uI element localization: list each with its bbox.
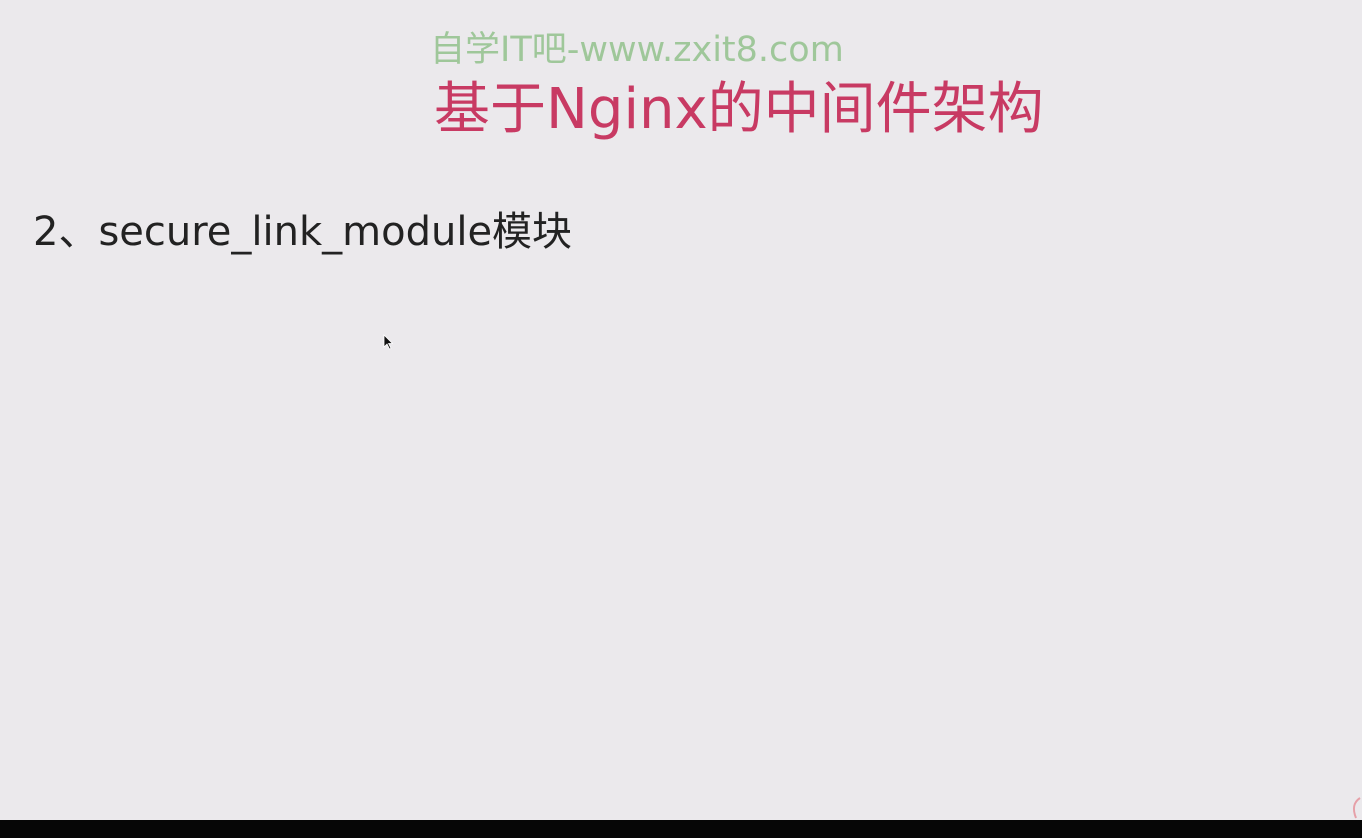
- mouse-pointer-icon: [383, 334, 393, 350]
- watermark-text: 自学IT吧-www.zxit8.com: [430, 30, 844, 70]
- slide-title: 基于Nginx的中间件架构: [434, 77, 1044, 142]
- corner-logo-icon: [1352, 797, 1361, 819]
- section-heading: 2、secure_link_module模块: [33, 209, 573, 255]
- slide: 自学IT吧-www.zxit8.com 基于Nginx的中间件架构 2、secu…: [0, 0, 1362, 820]
- bottom-bar: [0, 820, 1362, 838]
